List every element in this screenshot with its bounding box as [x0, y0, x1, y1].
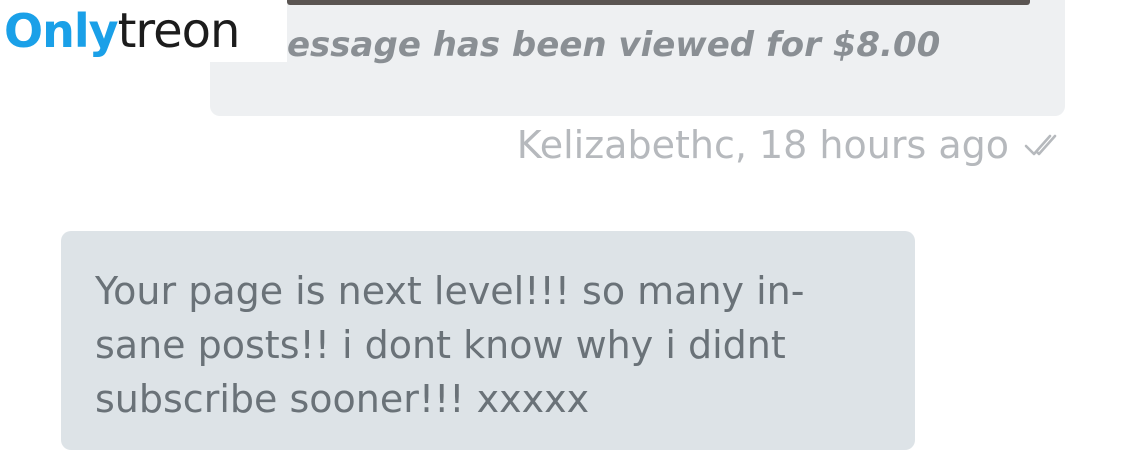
watermark-brand-part2: treon [117, 3, 241, 59]
incoming-message-text: Your page is next level!!! so many in- s… [95, 264, 875, 426]
paid-message-note: essage has been viewed for $8.00 [287, 25, 941, 65]
message-line: Your page is next level!!! so many in- [95, 269, 805, 313]
message-line: subscribe sooner!!! xxxxx [95, 377, 590, 421]
message-line: sane posts!! i dont know why i didnt [95, 323, 786, 367]
message-sender-time: Kelizabethc, 18 hours ago [516, 123, 1009, 167]
paid-media-preview[interactable] [287, 0, 1030, 5]
watermark-logo: Only treon [0, 0, 287, 62]
watermark-brand-part1: Only [4, 4, 119, 58]
chat-view: essage has been viewed for $8.00 Only tre… [0, 0, 1125, 456]
double-check-icon [1023, 130, 1063, 160]
message-meta: Kelizabethc, 18 hours ago [517, 120, 1063, 170]
